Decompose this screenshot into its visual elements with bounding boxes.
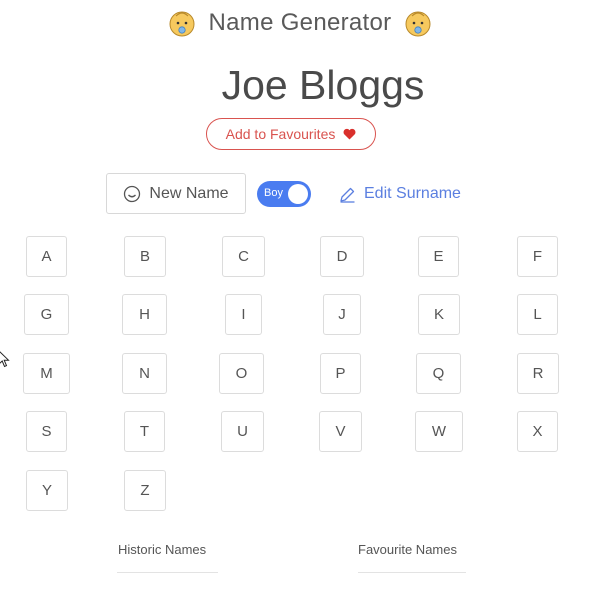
name-generator-page: Name Generator Joe Bloggs Add to Favouri…	[0, 0, 600, 600]
letter-button-d[interactable]: D	[320, 236, 364, 277]
letter-button-v[interactable]: V	[319, 411, 362, 452]
baby-face-icon	[405, 11, 431, 37]
letter-button-n[interactable]: N	[122, 353, 167, 394]
letter-button-f[interactable]: F	[517, 236, 558, 277]
letter-button-g[interactable]: G	[24, 294, 69, 335]
mouse-cursor-icon	[0, 351, 10, 368]
favourite-names-title: Favourite Names	[358, 542, 457, 557]
letter-button-s[interactable]: S	[26, 411, 67, 452]
gender-toggle[interactable]: Boy	[257, 181, 311, 207]
letter-button-k[interactable]: K	[418, 294, 460, 335]
letter-button-r[interactable]: R	[517, 353, 559, 394]
letter-button-z[interactable]: Z	[124, 470, 166, 511]
new-name-label: New Name	[149, 184, 229, 202]
historic-names-title: Historic Names	[118, 542, 207, 557]
add-to-favourites-button[interactable]: Add to Favourites	[206, 118, 376, 150]
new-name-button[interactable]: New Name	[106, 173, 246, 214]
letter-button-a[interactable]: A	[26, 236, 67, 277]
letter-button-y[interactable]: Y	[26, 470, 68, 511]
letter-button-w[interactable]: W	[415, 411, 463, 452]
letter-button-q[interactable]: Q	[416, 353, 461, 394]
letter-button-o[interactable]: O	[219, 353, 264, 394]
add-to-favourites-label: Add to Favourites	[225, 126, 336, 142]
smile-icon	[124, 185, 141, 202]
letter-button-p[interactable]: P	[320, 353, 361, 394]
pencil-icon	[340, 187, 355, 203]
historic-names-divider	[117, 572, 218, 573]
app-header: Name Generator	[0, 8, 600, 38]
generated-name: Joe Bloggs	[221, 62, 425, 108]
letter-button-u[interactable]: U	[221, 411, 264, 452]
favourite-names-divider	[358, 572, 466, 573]
letter-button-e[interactable]: E	[418, 236, 459, 277]
letter-button-c[interactable]: C	[222, 236, 265, 277]
letter-button-j[interactable]: J	[323, 294, 361, 335]
gender-toggle-label: Boy	[264, 187, 283, 199]
heart-icon	[343, 128, 356, 140]
edit-surname-link[interactable]: Edit Surname	[339, 183, 461, 205]
letter-button-m[interactable]: M	[23, 353, 70, 394]
letter-button-t[interactable]: T	[124, 411, 165, 452]
letter-button-l[interactable]: L	[517, 294, 558, 335]
edit-surname-label: Edit Surname	[364, 185, 461, 202]
app-title: Name Generator	[208, 9, 392, 36]
letter-button-x[interactable]: X	[517, 411, 558, 452]
letter-button-b[interactable]: B	[124, 236, 166, 277]
toggle-knob	[288, 184, 308, 204]
letter-button-h[interactable]: H	[122, 294, 167, 335]
baby-face-icon	[169, 11, 195, 37]
letter-button-i[interactable]: I	[225, 294, 262, 335]
